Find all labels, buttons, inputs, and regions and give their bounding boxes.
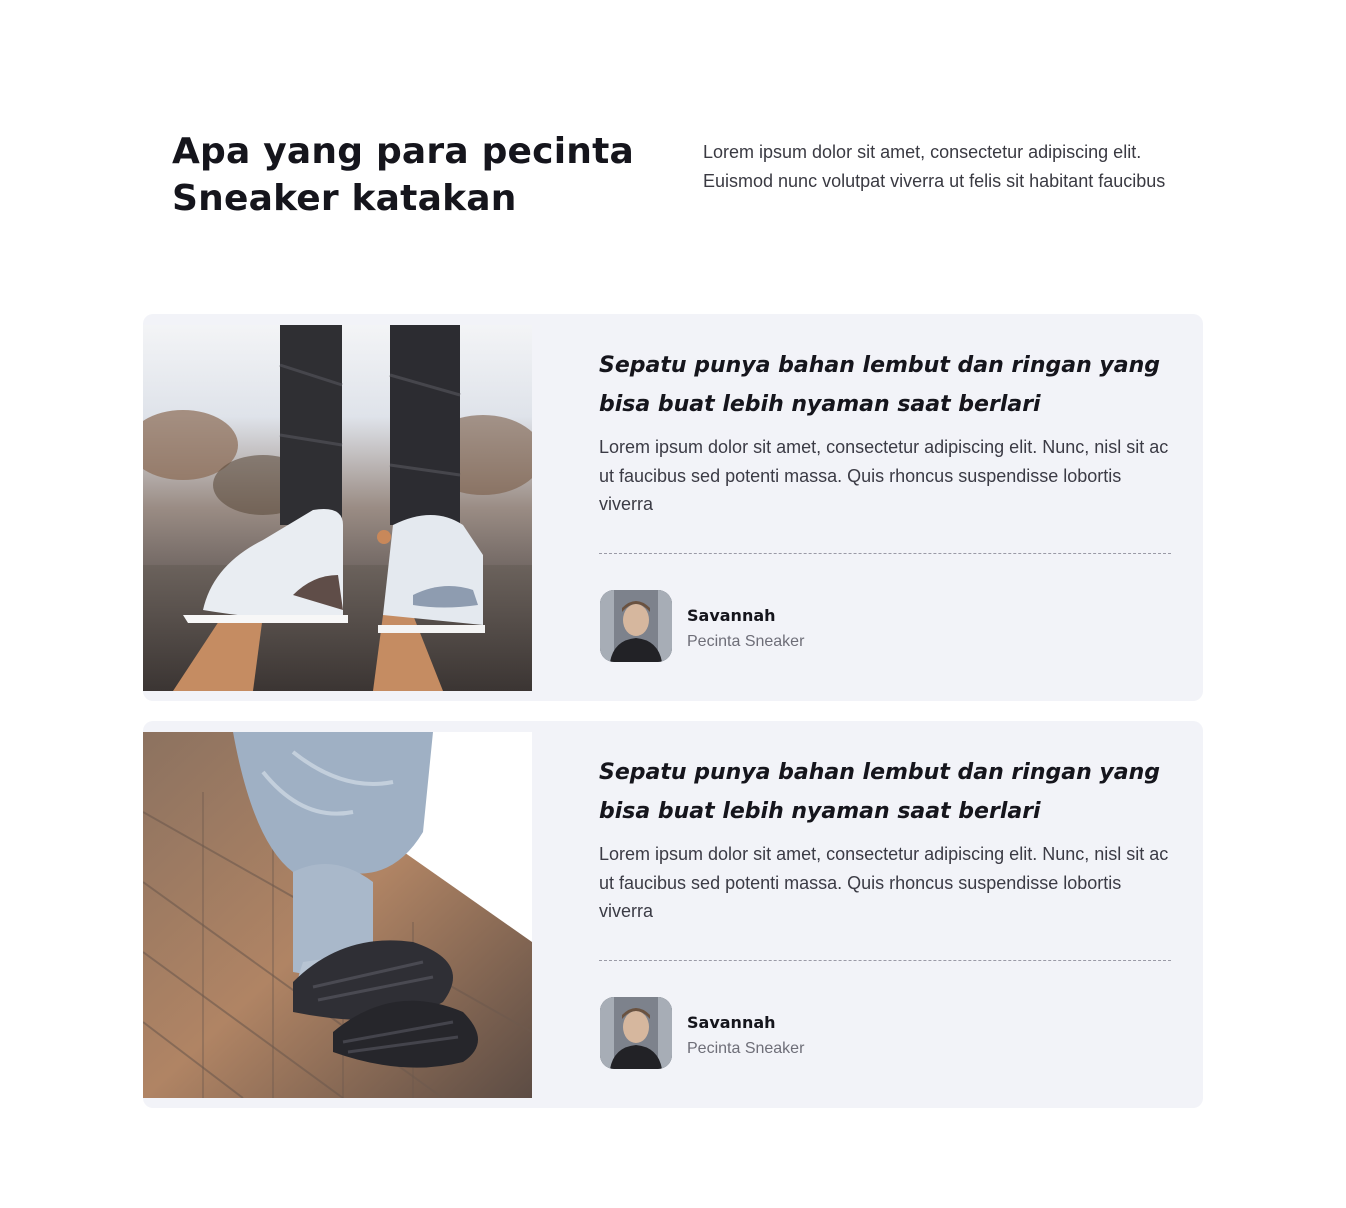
divider — [599, 553, 1171, 554]
testimonial-title: Sepatu punya bahan lembut dan ringan yan… — [599, 760, 1160, 824]
section-description: Lorem ipsum dolor sit amet, consectetur … — [703, 142, 1166, 191]
section-title: Apa yang para pecinta Sneaker katakan — [172, 131, 634, 219]
testimonial-card: Sepatu punya bahan lembut dan ringan yan… — [143, 721, 1203, 1108]
sneaker-photo-wall — [143, 732, 532, 1098]
avatar — [600, 997, 672, 1069]
divider — [599, 960, 1171, 961]
testimonial-card: Sepatu punya bahan lembut dan ringan yan… — [143, 314, 1203, 701]
testimonial-title: Sepatu punya bahan lembut dan ringan yan… — [599, 353, 1160, 417]
author-name: Savannah — [687, 606, 776, 625]
author-role: Pecinta Sneaker — [687, 633, 805, 650]
sneaker-photo-street — [143, 325, 532, 691]
testimonial-text: Lorem ipsum dolor sit amet, consectetur … — [599, 844, 1169, 921]
testimonial-text: Lorem ipsum dolor sit amet, consectetur … — [599, 437, 1169, 514]
author-name: Savannah — [687, 1013, 776, 1032]
avatar — [600, 590, 672, 662]
author-role: Pecinta Sneaker — [687, 1040, 805, 1057]
